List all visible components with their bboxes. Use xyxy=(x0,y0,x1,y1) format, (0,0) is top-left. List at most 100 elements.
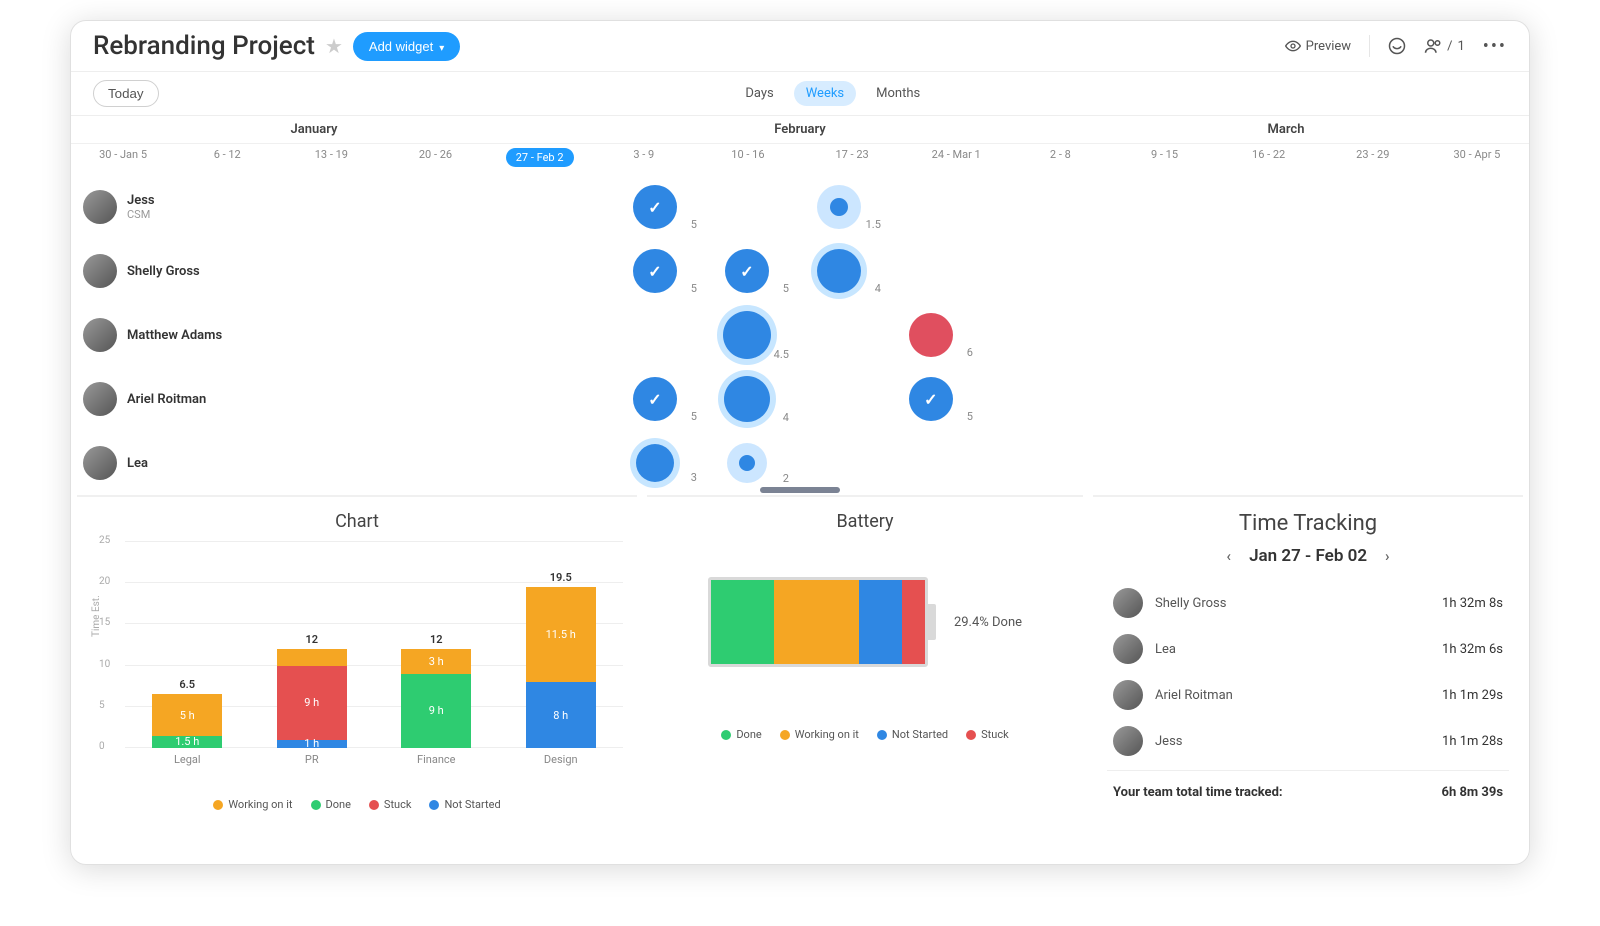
assignee-name: Ariel Roitman xyxy=(127,392,206,407)
bar-segment: 8 h xyxy=(526,682,596,748)
chart-area: Time Est. 0510152025 1.5 h5 h6.5Legal1 h… xyxy=(91,542,623,772)
header-right: Preview / 1 ••• xyxy=(1285,35,1507,57)
bubble-value: 6 xyxy=(967,346,973,359)
legend-label: Working on it xyxy=(795,728,859,741)
timeline-cell[interactable]: 1.5 xyxy=(793,185,885,229)
legend-item[interactable]: Working on it xyxy=(213,798,292,811)
time-tracking-row[interactable]: Jess1h 1m 28s xyxy=(1107,718,1509,764)
drag-handle[interactable] xyxy=(760,487,840,493)
time-tracking-nav: ‹ Jan 27 - Feb 02 › xyxy=(1107,546,1509,566)
week-header[interactable]: 17 - 23 xyxy=(800,148,904,167)
bubble-value: 4 xyxy=(783,411,789,424)
timeline-cell[interactable]: 5 xyxy=(609,249,701,293)
battery-widget: Battery 29.4% Done Done Working on it Not … xyxy=(647,495,1083,858)
battery-label: 29.4% Done xyxy=(954,615,1022,630)
prev-week-button[interactable]: ‹ xyxy=(1226,547,1231,565)
assignee[interactable]: Matthew Adams xyxy=(71,318,241,352)
week-header[interactable]: 24 - Mar 1 xyxy=(904,148,1008,167)
week-header[interactable]: 30 - Apr 5 xyxy=(1425,148,1529,167)
time-tracking-row[interactable]: Shelly Gross1h 32m 8s xyxy=(1107,580,1509,626)
avatar xyxy=(83,254,117,288)
week-header[interactable]: 16 - 22 xyxy=(1217,148,1321,167)
bar-column[interactable]: 1 h9 h12PR xyxy=(277,649,347,748)
legend-item[interactable]: Done xyxy=(721,728,761,741)
assignee-name: Jess xyxy=(127,193,155,208)
timeline-cell[interactable]: 4 xyxy=(701,376,793,422)
people-count: 1 xyxy=(1457,39,1464,54)
legend-item[interactable]: Not Started xyxy=(877,728,948,741)
time-tracking-total: Your team total time tracked: 6h 8m 39s xyxy=(1107,770,1509,802)
bar-column[interactable]: 8 h11.5 h19.5Design xyxy=(526,587,596,748)
task-bubble-stuck xyxy=(909,313,953,357)
header: Rebranding Project ★ Add widget Preview … xyxy=(71,21,1529,71)
bar-category-label: PR xyxy=(277,753,347,766)
timeline-cell[interactable]: 5 xyxy=(609,377,701,421)
time-tracking-row[interactable]: Lea1h 32m 6s xyxy=(1107,626,1509,672)
week-header[interactable]: 10 - 16 xyxy=(696,148,800,167)
eye-icon xyxy=(1285,38,1301,54)
week-header[interactable]: 30 - Jan 5 xyxy=(71,148,175,167)
more-menu-button[interactable]: ••• xyxy=(1483,36,1507,57)
task-bubble xyxy=(723,311,771,359)
timeline-cell[interactable]: 2 xyxy=(701,443,793,483)
timeline-cell[interactable]: 4.5 xyxy=(701,311,793,359)
week-header[interactable]: 2 - 8 xyxy=(1008,148,1112,167)
preview-label: Preview xyxy=(1306,39,1351,54)
time-tracking-row[interactable]: Ariel Roitman1h 1m 29s xyxy=(1107,672,1509,718)
week-header[interactable]: 27 - Feb 2 xyxy=(488,148,592,167)
timeline-cell[interactable]: 5 xyxy=(885,377,977,421)
battery-legend: Done Working on it Not Started Stuck xyxy=(661,728,1069,741)
add-widget-button[interactable]: Add widget xyxy=(353,32,460,61)
assignee[interactable]: Shelly Gross xyxy=(71,254,241,288)
next-week-button[interactable]: › xyxy=(1385,547,1390,565)
timeline-cell[interactable]: 4 xyxy=(793,249,885,293)
legend-item[interactable]: Stuck xyxy=(966,728,1009,741)
assignee-name: Matthew Adams xyxy=(127,328,222,343)
bar-total: 6.5 xyxy=(152,678,222,691)
week-header[interactable]: 9 - 15 xyxy=(1112,148,1216,167)
viewers-button[interactable]: / 1 xyxy=(1424,37,1465,55)
week-header[interactable]: 23 - 29 xyxy=(1321,148,1425,167)
preview-button[interactable]: Preview xyxy=(1285,38,1351,54)
timeline-cell[interactable]: 6 xyxy=(885,313,977,357)
tt-time: 1h 32m 8s xyxy=(1442,596,1503,611)
time-tracking-range: Jan 27 - Feb 02 xyxy=(1249,546,1367,566)
assignee[interactable]: Ariel Roitman xyxy=(71,382,241,416)
legend-item[interactable]: Not Started xyxy=(429,798,500,811)
week-header[interactable]: 20 - 26 xyxy=(383,148,487,167)
tab-weeks[interactable]: Weeks xyxy=(794,81,856,106)
week-headers: 30 - Jan 56 - 1213 - 1920 - 2627 - Feb 2… xyxy=(71,144,1529,175)
assignee-role: CSM xyxy=(127,208,155,221)
time-tracking-title: Time Tracking xyxy=(1107,511,1509,536)
assignee[interactable]: Lea xyxy=(71,446,241,480)
comments-button[interactable] xyxy=(1388,37,1406,55)
week-header[interactable]: 13 - 19 xyxy=(279,148,383,167)
bar-column[interactable]: 1.5 h5 h6.5Legal xyxy=(152,694,222,748)
legend-item[interactable]: Done xyxy=(311,798,351,811)
timeline-cell[interactable]: 3 xyxy=(609,444,701,482)
bubble-value: 1.5 xyxy=(866,218,881,231)
legend-item[interactable]: Working on it xyxy=(780,728,859,741)
bar-category-label: Design xyxy=(526,753,596,766)
bar-segment: 9 h xyxy=(277,666,347,740)
bar-segment: 5 h xyxy=(152,694,222,735)
bubble-value: 4 xyxy=(875,282,881,295)
chart-bars: 1.5 h5 h6.5Legal 1 h9 h12PR 9 h3 h12Financ… xyxy=(125,542,623,748)
favorite-star-icon[interactable]: ★ xyxy=(325,34,343,58)
time-tracking-rows: Shelly Gross1h 32m 8sLea1h 32m 6sAriel R… xyxy=(1107,580,1509,764)
battery-title: Battery xyxy=(661,511,1069,532)
legend-item[interactable]: Stuck xyxy=(369,798,412,811)
week-header[interactable]: 3 - 9 xyxy=(592,148,696,167)
today-button[interactable]: Today xyxy=(93,80,159,107)
timeline-body: JessCSM51.5Shelly Gross554Matthew Adams4… xyxy=(71,175,1529,495)
bar-column[interactable]: 9 h3 h12Finance xyxy=(401,649,471,748)
chevron-down-icon xyxy=(439,39,444,54)
timeline-cell[interactable]: 5 xyxy=(609,185,701,229)
tab-days[interactable]: Days xyxy=(733,81,785,106)
timeline-cell[interactable]: 5 xyxy=(701,249,793,293)
week-header[interactable]: 6 - 12 xyxy=(175,148,279,167)
bubble-value: 2 xyxy=(783,472,789,485)
tab-months[interactable]: Months xyxy=(864,81,932,106)
assignee[interactable]: JessCSM xyxy=(71,190,241,224)
task-bubble-done xyxy=(909,377,953,421)
